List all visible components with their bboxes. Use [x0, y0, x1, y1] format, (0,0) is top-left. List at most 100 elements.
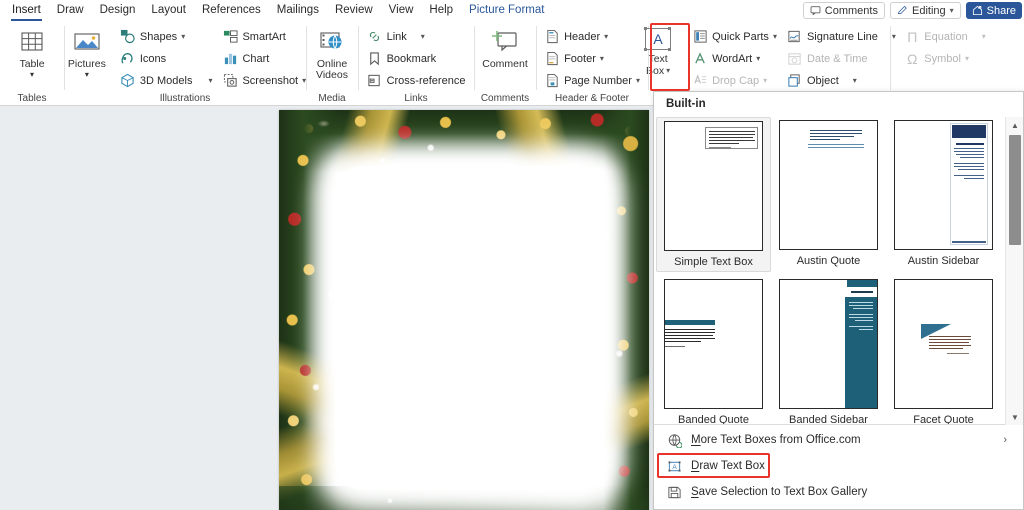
gallery-menu: More Text Boxes from Office.com › A Draw… — [654, 427, 1023, 509]
menu-item-save-selection[interactable]: Save Selection to Text Box Gallery — [654, 479, 1023, 505]
gallery-item-simple-text-box[interactable]: Simple Text Box — [656, 117, 771, 272]
thumbnail-banded-sidebar — [779, 279, 878, 409]
tab-help-label: Help — [429, 4, 454, 16]
date-time-button: Date & Time — [783, 48, 900, 69]
editing-mode-button[interactable]: Editing ▾ — [889, 2, 961, 19]
bookmark-button[interactable]: Bookmark — [363, 48, 470, 69]
chevron-down-icon: ▾ — [763, 75, 768, 85]
scroll-down-arrow-icon[interactable]: ▼ — [1006, 409, 1024, 425]
page-number-button[interactable]: Page Number ▾ — [540, 70, 644, 91]
thumbnail-simple-text-box — [664, 121, 763, 251]
table-button[interactable]: Table ▾ — [6, 24, 58, 79]
tab-view[interactable]: View — [381, 0, 422, 21]
tab-mailings-label: Mailings — [276, 4, 319, 16]
text-box-button[interactable]: A Text Box ▾ — [638, 24, 678, 77]
header-button[interactable]: Header ▾ — [540, 26, 644, 47]
gallery-row: Banded Quote Banded Sidebar Facet Quote — [654, 276, 1005, 425]
gallery-row: Simple Text Box Austin Quote Austin Side… — [654, 117, 1005, 272]
header-label: Header — [564, 30, 601, 43]
draw-text-box-icon: A — [666, 458, 682, 474]
cross-reference-label: Cross-reference — [386, 74, 466, 87]
thumbnail-austin-sidebar — [894, 120, 993, 250]
footer-button[interactable]: Footer ▾ — [540, 48, 644, 69]
chevron-right-icon: › — [1003, 434, 1007, 446]
gallery-item-austin-sidebar[interactable]: Austin Sidebar — [886, 117, 1001, 272]
group-label-header-footer: Header & Footer — [555, 93, 629, 104]
tab-help[interactable]: Help — [421, 0, 461, 21]
quick-parts-icon — [692, 29, 708, 45]
tab-layout-label: Layout — [151, 4, 186, 16]
group-label-tables: Tables — [17, 93, 47, 104]
chart-button[interactable]: Chart — [218, 48, 310, 69]
chevron-down-icon: ▾ — [666, 66, 671, 75]
gallery-item-banded-quote[interactable]: Banded Quote — [656, 276, 771, 425]
screenshot-button[interactable]: Screenshot ▾ — [218, 70, 310, 91]
gallery-section-title: Built-in — [666, 98, 706, 110]
menu-item-more-text-boxes[interactable]: More Text Boxes from Office.com › — [654, 427, 1023, 453]
new-comment-button-label: Comment — [482, 58, 528, 70]
word-window: Insert Draw Design Layout References Mai… — [0, 0, 1024, 510]
tab-view-label: View — [388, 4, 414, 16]
chevron-down-icon: ▾ — [181, 31, 186, 41]
chevron-down-icon: ▾ — [84, 70, 89, 79]
link-icon — [367, 29, 383, 45]
tab-draw[interactable]: Draw — [49, 0, 92, 21]
tab-picture-format[interactable]: Picture Format — [461, 0, 552, 21]
editing-label: Editing — [911, 4, 946, 17]
pictures-button[interactable]: Pictures ▾ — [60, 24, 114, 79]
3d-models-button[interactable]: 3D Models ▾ — [116, 70, 217, 91]
online-videos-button[interactable]: Online Videos — [309, 24, 355, 81]
tab-references[interactable]: References — [194, 0, 269, 21]
comments-button[interactable]: Comments — [802, 2, 885, 19]
chevron-down-icon: ▾ — [420, 31, 425, 41]
share-icon — [972, 5, 983, 16]
object-icon — [787, 73, 803, 89]
gallery-item-austin-quote[interactable]: Austin Quote — [771, 117, 886, 272]
pictures-icon — [73, 27, 101, 57]
tab-review[interactable]: Review — [327, 0, 381, 21]
tab-mailings[interactable]: Mailings — [269, 0, 327, 21]
gallery-item-facet-quote[interactable]: Facet Quote — [886, 276, 1001, 425]
gallery-item-banded-sidebar[interactable]: Banded Sidebar — [771, 276, 886, 425]
comment-bubble-icon — [810, 5, 821, 16]
menu-item-draw-text-box[interactable]: A Draw Text Box — [654, 453, 1023, 479]
scroll-up-arrow-icon[interactable]: ▲ — [1006, 117, 1024, 133]
scrollbar-thumb[interactable] — [1009, 135, 1021, 245]
smartart-button[interactable]: SmartArt — [218, 26, 310, 47]
wordart-button[interactable]: WordArt ▾ — [688, 48, 781, 69]
footer-icon — [544, 51, 560, 67]
chevron-down-icon: ▾ — [772, 31, 777, 41]
ribbon-group-illustrations: Pictures ▾ Shapes ▾ Icons 3D Models ▾ Sm… — [64, 21, 306, 106]
group-label-links: Links — [404, 93, 428, 104]
chevron-down-icon: ▾ — [852, 75, 857, 85]
text-col-2: Signature Line ▾ Date & Time Object ▾ — [783, 24, 900, 91]
chevron-down-icon: ▾ — [29, 70, 34, 79]
tab-bar-right-controls: Comments Editing ▾ Share — [802, 0, 1024, 21]
new-comment-button[interactable]: Comment — [478, 24, 532, 70]
thumbnail-facet-quote — [894, 279, 993, 409]
group-label-media: Media — [318, 93, 346, 104]
icons-button[interactable]: Icons — [116, 48, 217, 69]
text-box-gallery-dropdown[interactable]: Built-in Simple Text Box Austin Quote Au… — [653, 91, 1024, 510]
tab-insert[interactable]: Insert — [4, 0, 49, 21]
cross-reference-icon — [367, 73, 383, 89]
shapes-button[interactable]: Shapes ▾ — [116, 26, 217, 47]
gallery-scrollbar[interactable]: ▲ ▼ — [1005, 117, 1023, 425]
signature-line-button[interactable]: Signature Line ▾ — [783, 26, 900, 47]
link-button[interactable]: Link ▾ — [363, 26, 470, 47]
holiday-border-image[interactable] — [279, 110, 649, 510]
object-button[interactable]: Object ▾ — [783, 70, 900, 91]
equation-icon: Π — [907, 28, 918, 45]
document-page[interactable] — [279, 110, 649, 510]
tab-design[interactable]: Design — [92, 0, 144, 21]
menu-item-label: Save Selection to Text Box Gallery — [691, 486, 868, 498]
ribbon-group-media: Online Videos Media — [306, 21, 358, 106]
quick-parts-button[interactable]: Quick Parts ▾ — [688, 26, 781, 47]
tab-layout[interactable]: Layout — [143, 0, 194, 21]
shapes-label: Shapes — [139, 30, 178, 43]
ribbon-tab-bar: Insert Draw Design Layout References Mai… — [0, 0, 1024, 21]
tab-draw-label: Draw — [56, 4, 84, 16]
equation-label: Equation — [924, 30, 968, 43]
share-button[interactable]: Share — [965, 2, 1022, 19]
cross-reference-button[interactable]: Cross-reference — [363, 70, 470, 91]
